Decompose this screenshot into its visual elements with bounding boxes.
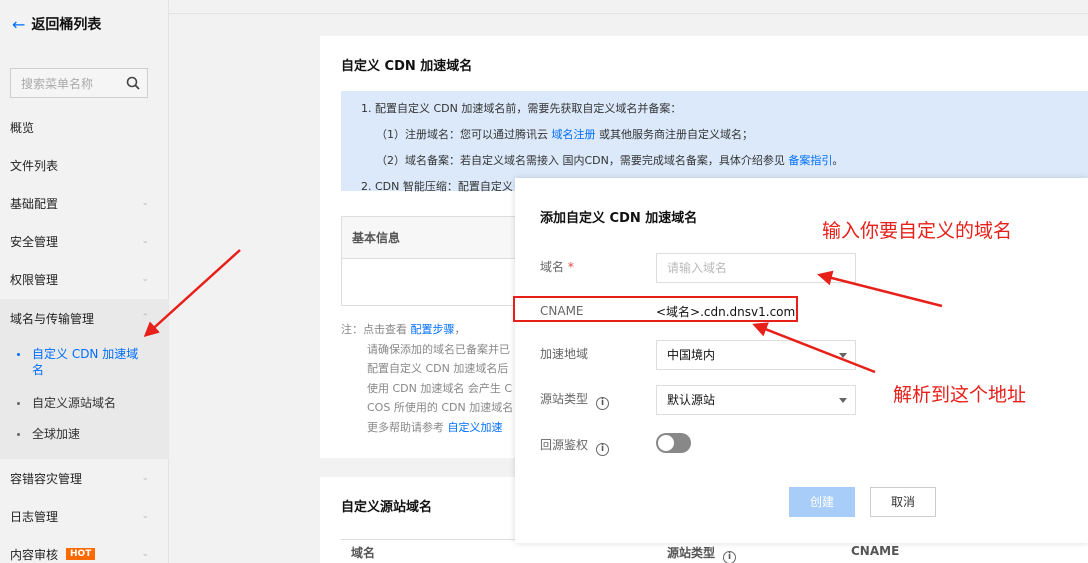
annotation-arrows: [143, 249, 943, 374]
arrow-to-cname: [752, 322, 876, 374]
arrow-to-sidebar: [143, 249, 241, 338]
arrow-to-domain-input: [817, 270, 943, 308]
